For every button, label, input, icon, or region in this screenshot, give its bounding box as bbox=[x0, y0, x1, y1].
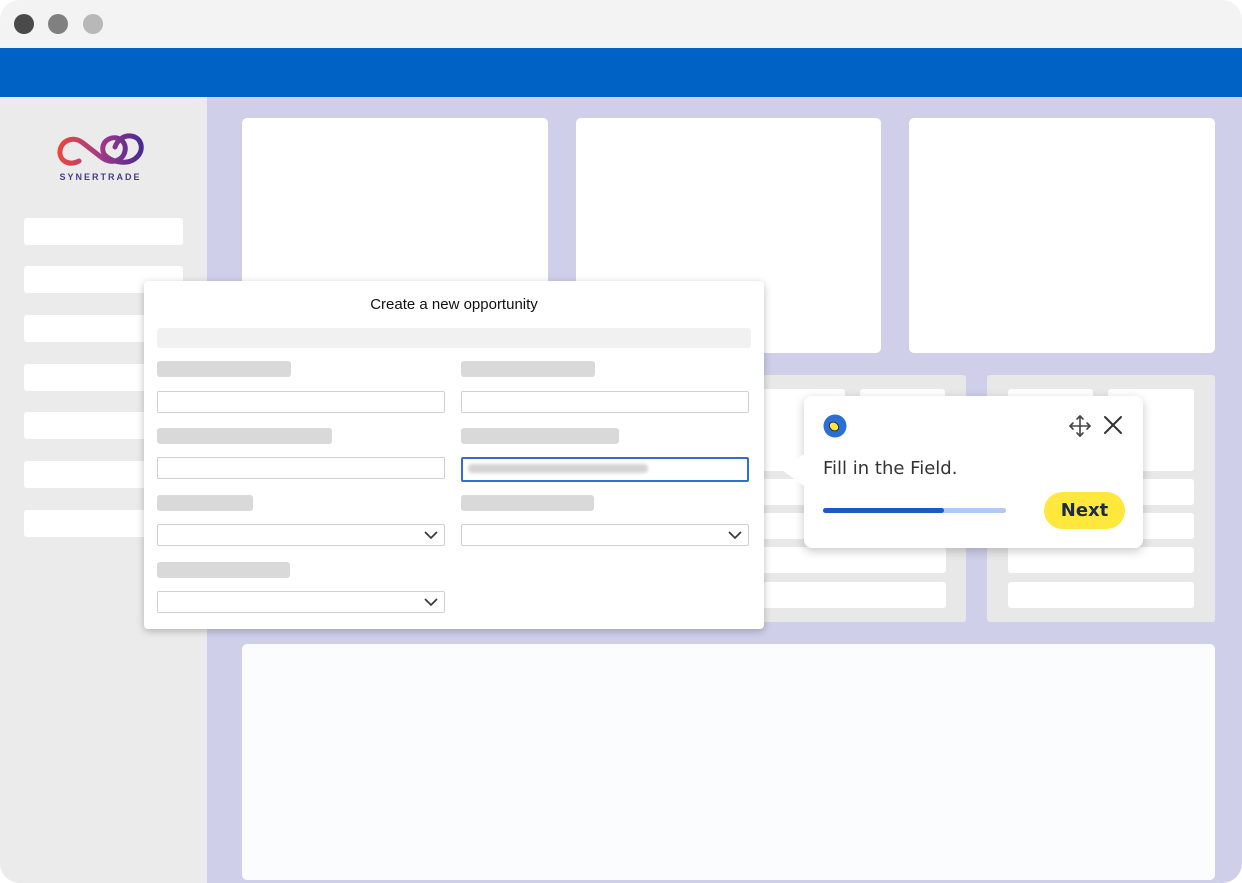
tooltip-pointer bbox=[782, 454, 804, 486]
chevron-down-icon bbox=[424, 531, 438, 540]
close-icon[interactable] bbox=[1102, 414, 1124, 436]
chevron-down-icon bbox=[424, 598, 438, 607]
field-label-placeholder bbox=[461, 495, 594, 511]
text-field[interactable] bbox=[157, 391, 445, 413]
window-minimize-dot[interactable] bbox=[48, 14, 68, 34]
dropdown-field[interactable] bbox=[157, 524, 445, 546]
list-row bbox=[1008, 582, 1194, 608]
highlighted-text-field[interactable] bbox=[461, 457, 749, 482]
dashboard-card bbox=[909, 118, 1215, 353]
app-top-bar bbox=[0, 48, 1242, 97]
lemon-badge-icon bbox=[823, 414, 847, 438]
list-row bbox=[760, 547, 946, 573]
window-titlebar bbox=[0, 0, 1242, 48]
dialog-title: Create a new opportunity bbox=[370, 296, 538, 313]
tooltip-message: Fill in the Field. bbox=[823, 458, 958, 479]
field-label-placeholder bbox=[157, 361, 291, 377]
window-maximize-dot[interactable] bbox=[83, 14, 103, 34]
text-field[interactable] bbox=[461, 391, 749, 413]
chevron-down-icon bbox=[728, 531, 742, 540]
next-button[interactable]: Next bbox=[1044, 492, 1125, 529]
dialog-banner-placeholder bbox=[157, 328, 751, 348]
dropdown-field[interactable] bbox=[157, 591, 445, 613]
field-label-placeholder bbox=[157, 495, 253, 511]
dropdown-field[interactable] bbox=[461, 524, 749, 546]
list-row bbox=[1008, 547, 1194, 573]
step-progress-bar bbox=[823, 508, 1006, 513]
window-close-dot[interactable] bbox=[14, 14, 34, 34]
blurred-field-value bbox=[468, 464, 648, 473]
move-arrows-icon[interactable] bbox=[1068, 414, 1092, 438]
bottom-panel bbox=[242, 644, 1215, 880]
app-window: SYNERTRADE Create a new opportunity Fill… bbox=[0, 0, 1242, 883]
brand-name: SYNERTRADE bbox=[59, 172, 142, 182]
field-label-placeholder bbox=[157, 562, 290, 578]
field-label-placeholder bbox=[461, 361, 595, 377]
guidance-tooltip: Fill in the Field. Next bbox=[782, 396, 1143, 548]
list-row bbox=[760, 582, 946, 608]
text-field[interactable] bbox=[157, 457, 445, 479]
create-opportunity-dialog: Create a new opportunity bbox=[144, 281, 764, 629]
field-label-placeholder bbox=[157, 428, 332, 444]
field-label-placeholder bbox=[461, 428, 619, 444]
sidebar-item[interactable] bbox=[24, 218, 183, 245]
step-progress-fill bbox=[823, 508, 944, 513]
